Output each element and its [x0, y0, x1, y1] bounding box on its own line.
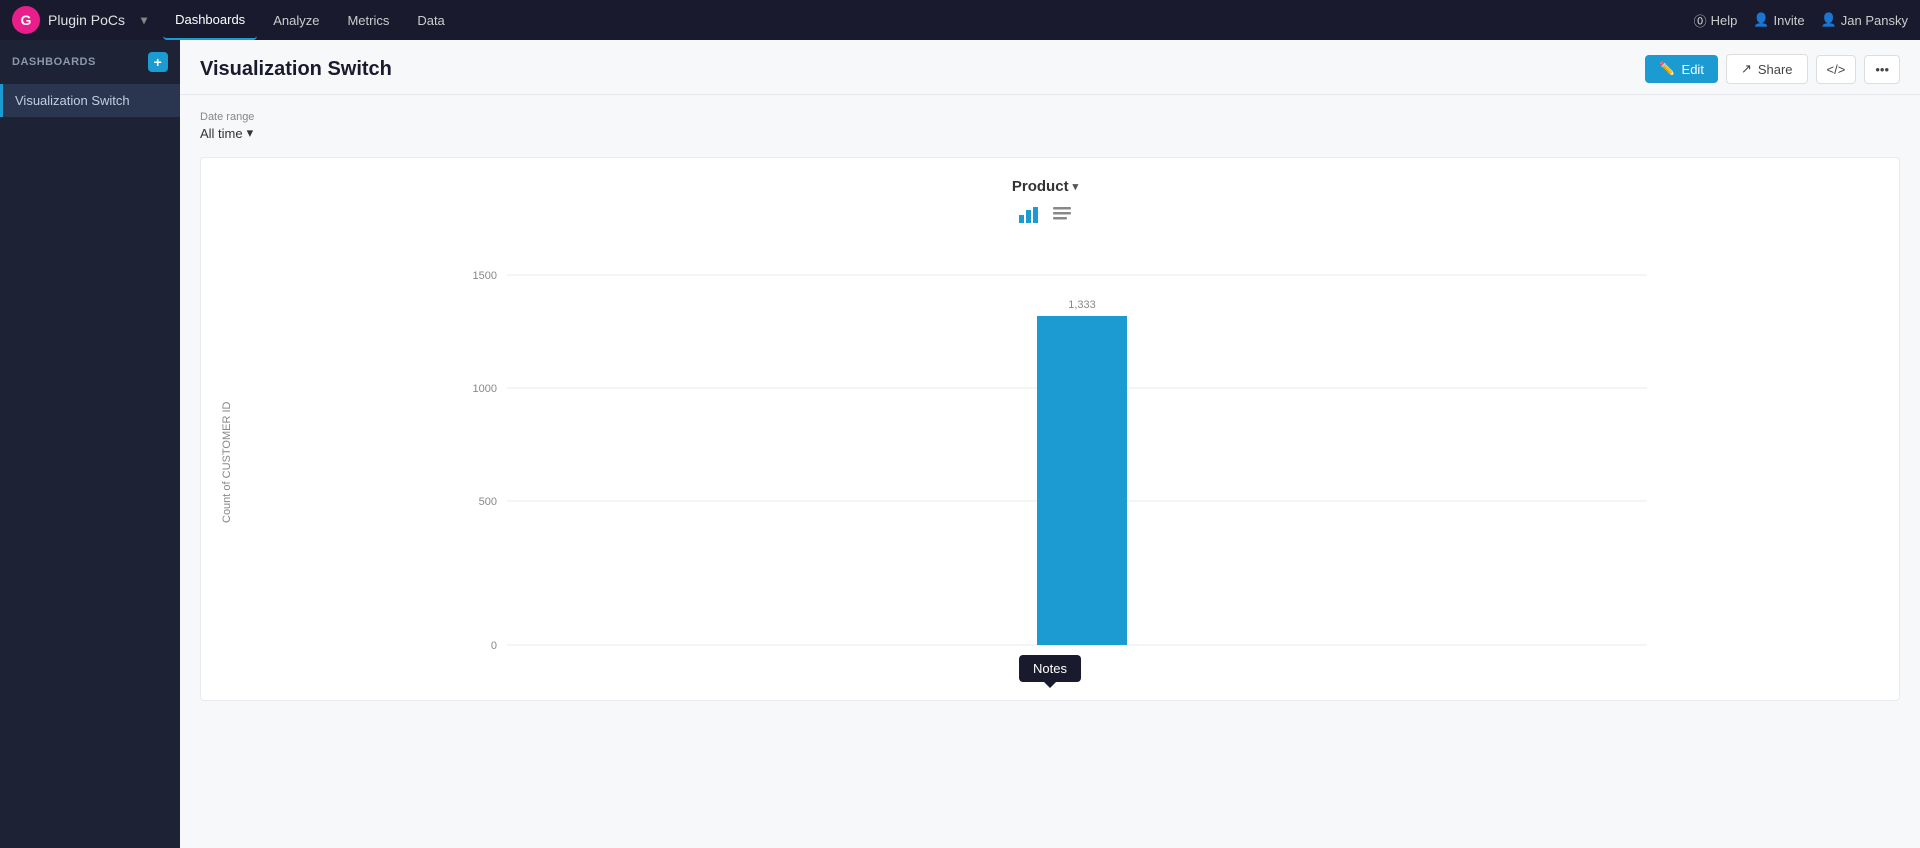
nav-tab-dashboards[interactable]: Dashboards — [163, 0, 257, 40]
top-nav: G Plugin PoCs ▾ Dashboards Analyze Metri… — [0, 0, 1920, 40]
add-dashboard-button[interactable]: + — [148, 52, 168, 72]
product-chevron-icon: ▾ — [1073, 180, 1079, 193]
table-chart-type-button[interactable] — [1051, 203, 1073, 225]
nav-tab-analyze[interactable]: Analyze — [261, 0, 331, 40]
svg-text:0: 0 — [491, 640, 497, 652]
svg-text:500: 500 — [479, 496, 497, 508]
logo-icon: G — [12, 6, 40, 34]
chart-svg-area: 1500 1000 500 0 1,333 — [235, 245, 1879, 680]
chart-type-switcher — [1017, 203, 1073, 225]
header-actions: ✏️ Edit ↗ Share </> ••• — [1645, 54, 1900, 84]
nav-tab-data[interactable]: Data — [405, 0, 456, 40]
date-range-label: Date range — [200, 111, 1900, 123]
date-range-selector[interactable]: All time ▾ — [200, 125, 1900, 141]
sidebar-header: DASHBOARDS + — [0, 40, 180, 84]
edit-icon: ✏️ — [1659, 61, 1675, 77]
product-label: Product — [1012, 178, 1069, 195]
user-icon: 👤 — [1821, 12, 1837, 28]
help-icon: ⓪ — [1694, 11, 1707, 30]
page-title: Visualization Switch — [200, 58, 392, 81]
chart-container: Product ▾ — [200, 157, 1900, 701]
invite-icon: 👤 — [1753, 12, 1769, 28]
app-name: Plugin PoCs — [48, 12, 125, 28]
sidebar: DASHBOARDS + Visualization Switch — [0, 40, 180, 848]
user-menu[interactable]: 👤 Jan Pansky — [1821, 12, 1908, 28]
chart-svg: 1500 1000 500 0 1,333 — [235, 245, 1879, 675]
date-range-chevron-icon: ▾ — [247, 125, 254, 141]
main-header: Visualization Switch ✏️ Edit ↗ Share </>… — [180, 40, 1920, 95]
sidebar-section-label: DASHBOARDS — [12, 56, 96, 68]
nav-logo[interactable]: G Plugin PoCs ▾ — [12, 6, 159, 34]
nav-tab-metrics[interactable]: Metrics — [335, 0, 401, 40]
content-area: Date range All time ▾ Product ▾ — [180, 95, 1920, 848]
y-axis-label: Count of CUSTOMER ID — [211, 245, 235, 680]
svg-text:1000: 1000 — [473, 383, 497, 395]
help-button[interactable]: ⓪ Help — [1694, 11, 1738, 30]
sidebar-item-visualization-switch[interactable]: Visualization Switch — [0, 84, 180, 117]
chart-header: Product ▾ — [211, 178, 1879, 225]
share-button[interactable]: ↗ Share — [1726, 54, 1808, 84]
chart-svg-wrapper: Count of CUSTOMER ID 1500 1000 — [211, 245, 1879, 680]
invite-button[interactable]: 👤 Invite — [1753, 12, 1804, 28]
product-selector[interactable]: Product ▾ — [1012, 178, 1078, 195]
bar-chart-type-button[interactable] — [1017, 203, 1039, 225]
bar-rect — [1037, 316, 1127, 645]
svg-text:1500: 1500 — [473, 270, 497, 282]
main-content: Visualization Switch ✏️ Edit ↗ Share </>… — [180, 40, 1920, 848]
nav-right: ⓪ Help 👤 Invite 👤 Jan Pansky — [1694, 11, 1908, 30]
nav-tabs: Dashboards Analyze Metrics Data — [163, 0, 1694, 40]
layout: DASHBOARDS + Visualization Switch Visual… — [0, 40, 1920, 848]
more-button[interactable]: ••• — [1864, 55, 1900, 84]
code-button[interactable]: </> — [1816, 55, 1857, 84]
svg-text:1,333: 1,333 — [1068, 299, 1096, 311]
notes-tooltip[interactable]: Notes — [1019, 655, 1081, 682]
share-icon: ↗ — [1741, 61, 1752, 77]
app-chevron-icon: ▾ — [133, 13, 155, 27]
edit-button[interactable]: ✏️ Edit — [1645, 55, 1718, 83]
